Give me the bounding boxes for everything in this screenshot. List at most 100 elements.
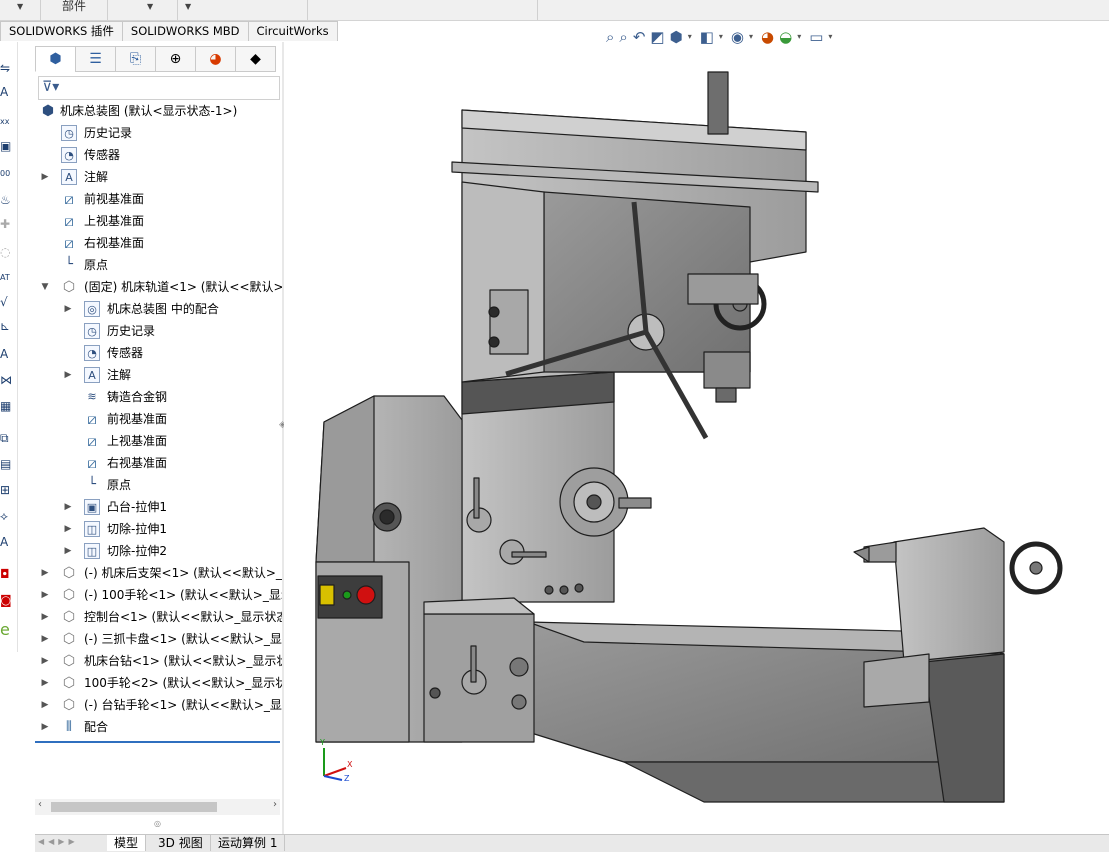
toolbar-segment[interactable]: ▼ [107, 0, 178, 20]
machine-tool-model[interactable] [284, 42, 1109, 834]
expand-arrow-icon[interactable]: ▶ [40, 584, 50, 606]
dropdown-arrow-icon[interactable]: ▾ [688, 28, 692, 48]
expand-arrow-icon[interactable]: ▶ [40, 606, 50, 628]
tree-node[interactable]: ⧄ 右视基准面 [35, 452, 282, 474]
dropdown-arrow-icon[interactable]: ▾ [828, 28, 832, 48]
display-manager-tab[interactable]: ◕ [195, 46, 236, 72]
expand-arrow-icon[interactable]: ▶ [63, 518, 73, 540]
tree-node[interactable]: ≋ 铸造合金钢 [35, 386, 282, 408]
tree-node[interactable]: └ 原点 [35, 254, 282, 276]
revision-cloud-icon[interactable]: ⧉ [0, 430, 14, 446]
zoom-to-fit-icon[interactable]: ⌕ [606, 28, 614, 48]
hole-callout-icon[interactable]: ⊾ [0, 318, 14, 334]
dropdown-arrow-icon[interactable]: ▼ [17, 2, 23, 11]
tree-node[interactable]: ◷ 历史记录 [35, 320, 282, 342]
expand-arrow-icon[interactable]: ▶ [40, 672, 50, 694]
annotation-view-icon[interactable]: A [0, 534, 14, 550]
tree-node-root[interactable]: ⬢ 机床总装图 (默认<显示状态-1>) [35, 100, 282, 122]
property-manager-tab[interactable]: ☰ [75, 46, 116, 72]
tree-node[interactable]: ◔ 传感器 [35, 342, 282, 364]
edrawings-icon[interactable]: e [0, 622, 14, 638]
filter-icon[interactable]: ⊽▾ [42, 79, 59, 95]
tree-node[interactable]: ▶ ◎ 机床总装图 中的配合 [35, 298, 282, 320]
expand-arrow-icon[interactable]: ▶ [40, 716, 50, 738]
scroll-thumb[interactable] [51, 802, 217, 812]
expand-arrow-icon[interactable]: ▶ [40, 166, 50, 188]
edit-appearance-icon[interactable]: ◕ [761, 28, 774, 48]
dimxpert-tab[interactable]: ⊕ [155, 46, 196, 72]
tab-3d-view[interactable]: 3D 视图 [151, 835, 211, 851]
center-mark-icon[interactable]: ✚ [0, 216, 14, 232]
zoom-to-area-icon[interactable]: ⌕ [619, 28, 627, 48]
toolbar-segment[interactable] [307, 0, 538, 20]
table-icon[interactable]: ▦ [0, 398, 14, 414]
tree-node[interactable]: ▶ ◫ 切除-拉伸2 [35, 540, 282, 562]
tree-node[interactable]: ▶ A 注解 [35, 364, 282, 386]
configuration-manager-tab[interactable]: ⎘ [115, 46, 156, 72]
area-hatch-icon[interactable]: ⋈ [0, 372, 14, 388]
tree-node[interactable]: ⧄ 上视基准面 [35, 430, 282, 452]
tree-node[interactable]: ⧄ 上视基准面 [35, 210, 282, 232]
scroll-right-icon[interactable]: › [273, 799, 277, 810]
layer-icon[interactable]: ⊞ [0, 482, 14, 498]
block-icon[interactable]: ▣ [0, 138, 14, 154]
tree-node[interactable]: └ 原点 [35, 474, 282, 496]
tree-node[interactable]: ◷ 历史记录 [35, 122, 282, 144]
tree-filter-box[interactable]: ⊽▾ [38, 76, 280, 100]
smart-dimension-icon[interactable]: ⇋ [0, 60, 14, 76]
tab-nav-arrows-icon[interactable]: ◀◀▶▶ [38, 837, 79, 846]
toolbar-segment[interactable]: 部件 [40, 0, 108, 20]
tree-node[interactable]: ▶ ⬡ (-) 100手轮<1> (默认<<默认>_显示 [35, 584, 293, 606]
apply-scene-icon[interactable]: ◒ [779, 28, 792, 48]
centerline-icon[interactable]: ◌ [0, 244, 14, 260]
tree-node[interactable]: ⧄ 右视基准面 [35, 232, 282, 254]
tree-node[interactable]: ▶ ⬡ 机床台钻<1> (默认<<默认>_显示状 [35, 650, 289, 672]
tree-node[interactable]: ▶ ▣ 凸台-拉伸1 [35, 496, 282, 518]
tab-solidworks-addins[interactable]: SOLIDWORKS 插件 [0, 21, 123, 41]
tree-node[interactable]: ▶ ⫴ 配合 [35, 716, 282, 738]
weld-symbol-icon[interactable]: ♨ [0, 192, 14, 208]
tree-node[interactable]: ⧄ 前视基准面 [35, 188, 282, 210]
tree-node[interactable]: ▼ ⬡ (固定) 机床轨道<1> (默认<<默认>_ [35, 276, 290, 298]
dropdown-arrow-icon[interactable]: ▾ [749, 28, 753, 48]
tab-motion-study[interactable]: 运动算例 1 [211, 835, 286, 851]
expand-arrow-icon[interactable]: ▶ [40, 650, 50, 672]
expand-arrow-icon[interactable]: ▶ [63, 540, 73, 562]
dropdown-arrow-icon[interactable]: ▾ [797, 28, 801, 48]
toolbar-segment[interactable]: ▼ [177, 0, 308, 20]
balloon-icon[interactable]: xx [0, 114, 14, 130]
panel-resize-grip-icon[interactable]: ◎ [154, 819, 161, 828]
tree-node[interactable]: ▶ ⬡ (-) 台钻手轮<1> (默认<<默认>_显示 [35, 694, 294, 716]
display-style-icon[interactable]: ◧ [700, 28, 714, 48]
expand-arrow-icon[interactable]: ▶ [40, 562, 50, 584]
previous-view-icon[interactable]: ↶ [633, 28, 646, 48]
scroll-left-icon[interactable]: ‹ [38, 799, 42, 810]
tree-node[interactable]: ⧄ 前视基准面 [35, 408, 282, 430]
expand-arrow-icon[interactable]: ▶ [63, 364, 73, 386]
tab-circuitworks[interactable]: CircuitWorks [247, 21, 338, 41]
pdf-icon[interactable]: ◘ [0, 566, 14, 582]
toolbar-segment[interactable]: ▼ [0, 0, 41, 20]
datum-icon[interactable]: 00 [0, 166, 14, 182]
tree-rollback-bar[interactable] [35, 741, 280, 743]
geometric-tolerance-icon[interactable]: √ [0, 294, 14, 310]
surface-finish-icon[interactable]: AT [0, 270, 14, 286]
tree-node[interactable]: ▶ ⬡ (-) 三抓卡盘<1> (默认<<默认>_显示 [35, 628, 294, 650]
tab-solidworks-mbd[interactable]: SOLIDWORKS MBD [121, 21, 249, 41]
tree-node[interactable]: ▶ ⬡ 控制台<1> (默认<<默认>_显示状态 [35, 606, 289, 628]
dropdown-arrow-icon[interactable]: ▼ [147, 2, 153, 11]
expand-arrow-icon[interactable]: ▶ [40, 628, 50, 650]
publish-icon[interactable]: ◙ [0, 592, 14, 608]
auto-balloon-icon[interactable]: ⟡ [0, 508, 14, 524]
hide-show-items-icon[interactable]: ◉ [731, 28, 744, 48]
tree-horizontal-scrollbar[interactable]: ‹ › [35, 799, 280, 815]
tree-node[interactable]: ▶ ◫ 切除-拉伸1 [35, 518, 282, 540]
dropdown-arrow-icon[interactable]: ▼ [185, 2, 191, 11]
feature-tree-tab[interactable]: ⬢ [35, 46, 76, 72]
collapse-arrow-icon[interactable]: ▼ [40, 276, 50, 298]
view-settings-icon[interactable]: ▭ [809, 28, 823, 48]
cam-tab[interactable]: ◆ [235, 46, 276, 72]
text-icon[interactable]: A [0, 346, 14, 362]
tree-node[interactable]: ◔ 传感器 [35, 144, 282, 166]
expand-arrow-icon[interactable]: ▶ [63, 298, 73, 320]
